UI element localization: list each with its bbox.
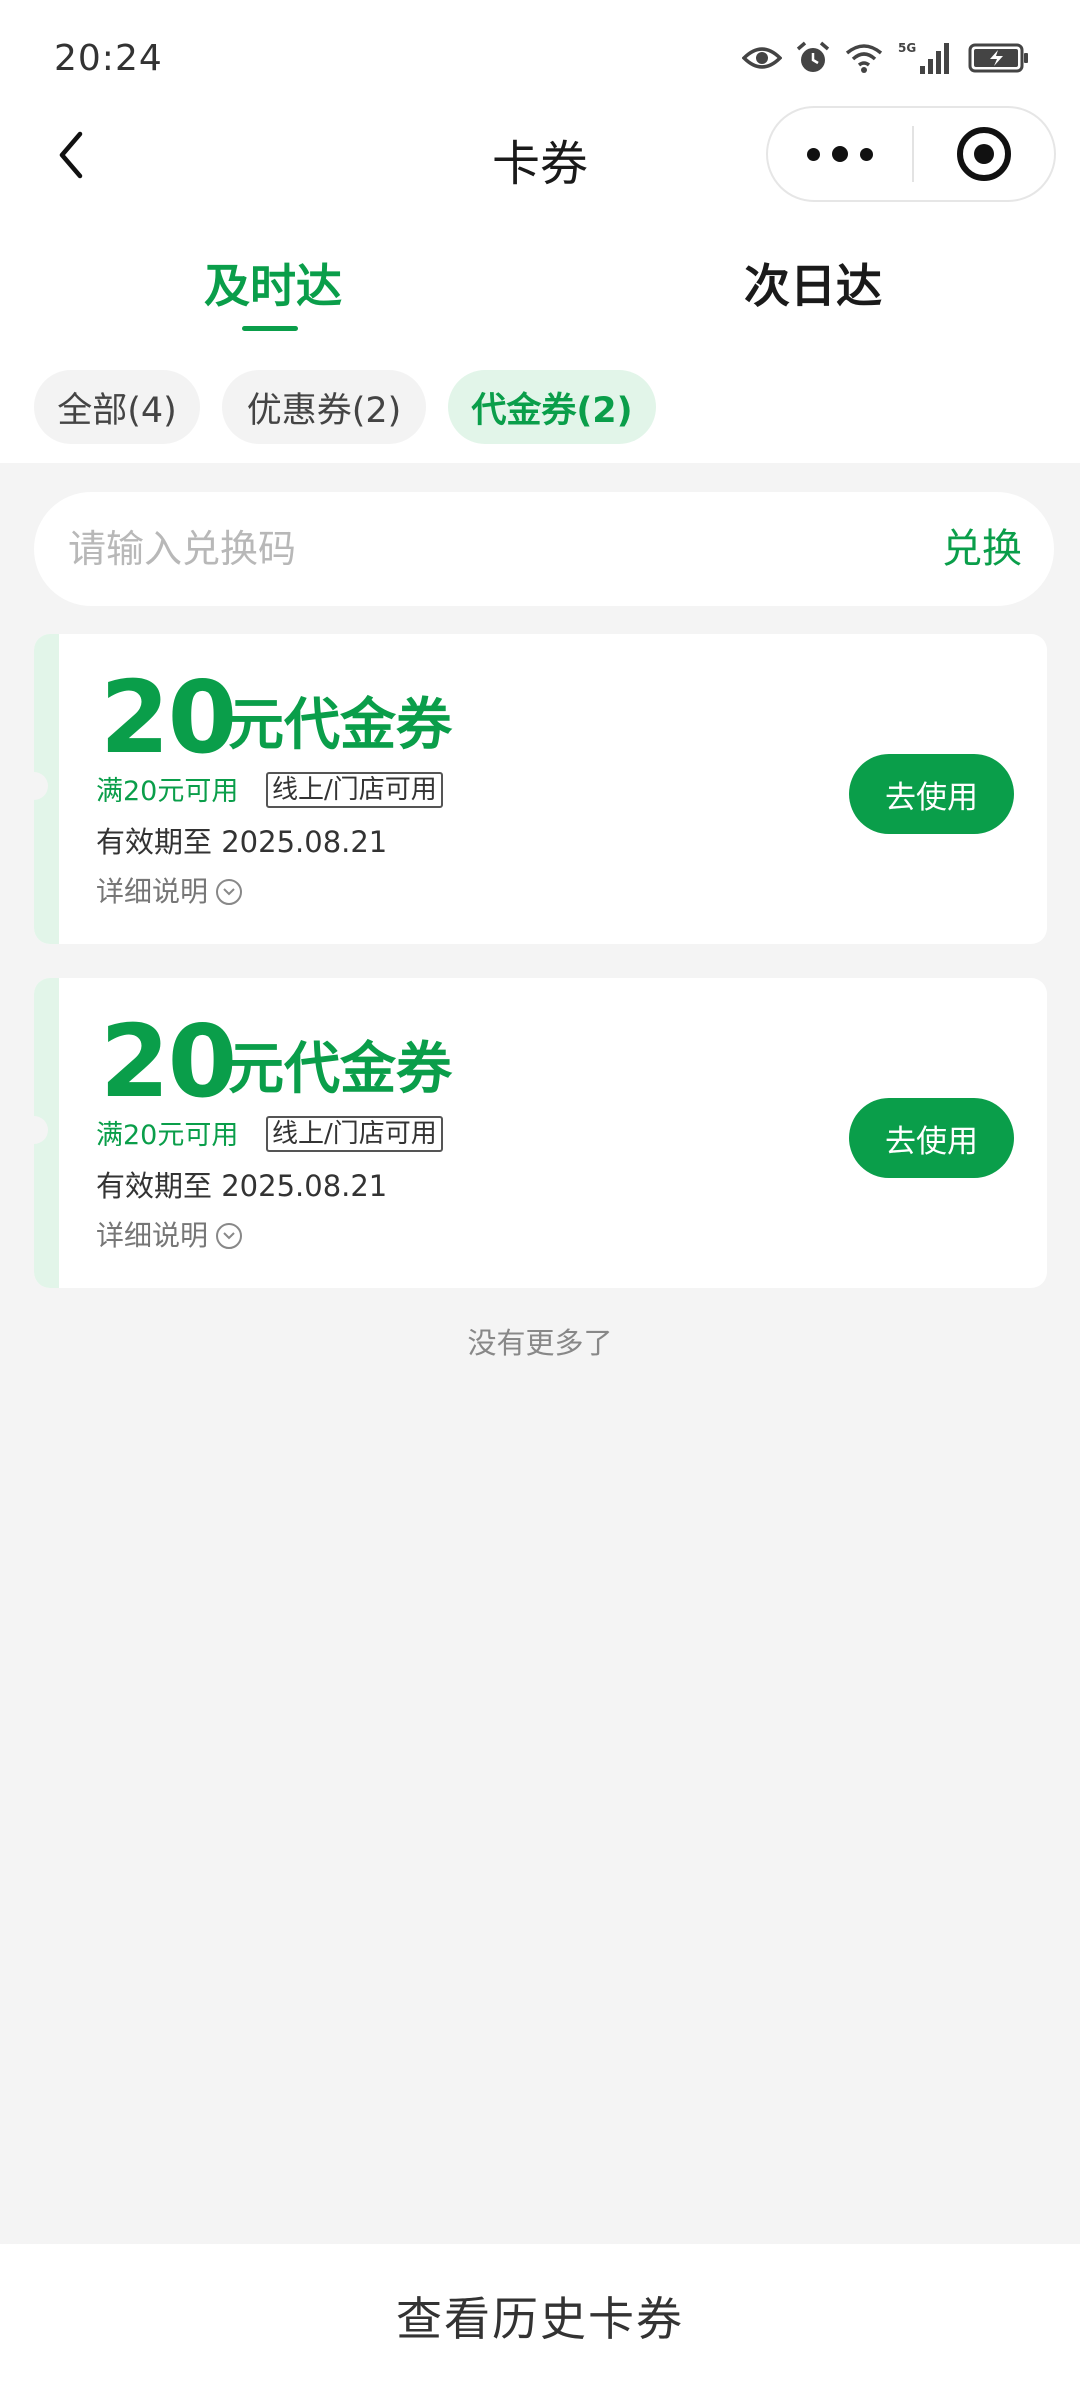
status-icons: 5G <box>742 36 1030 80</box>
bottom-bar: 查看历史卡券 <box>0 2244 1080 2388</box>
coupon-detail-label: 详细说明 <box>96 1219 209 1252</box>
status-time: 20:24 <box>54 38 163 79</box>
chevron-down-icon <box>216 879 243 905</box>
view-history-coupons-button[interactable]: 查看历史卡券 <box>396 2283 684 2349</box>
nav-bar: 卡券 <box>0 100 1080 210</box>
battery-charging-icon <box>968 43 1028 73</box>
coupon-detail-toggle[interactable]: 详细说明 <box>96 1218 243 1254</box>
coupon-detail-toggle[interactable]: 详细说明 <box>96 874 243 910</box>
more-button[interactable] <box>768 108 912 200</box>
use-coupon-button[interactable]: 去使用 <box>849 1098 1014 1178</box>
redeem-button[interactable]: 兑换 <box>942 492 1022 606</box>
coupon-card: 20 元代金券 满20元可用 线上/门店可用 有效期至 2025.08.21 详… <box>34 634 1047 944</box>
coupon-channel-tag: 线上/门店可用 <box>266 1116 443 1152</box>
alarm-icon <box>796 41 830 72</box>
redeem-code-input[interactable] <box>68 492 868 606</box>
signal-5g-icon: 5G <box>898 41 949 74</box>
network-label: 5G <box>898 41 916 55</box>
redeem-bar: 兑换 <box>34 492 1054 606</box>
eye-icon <box>742 47 782 69</box>
coupon-amount: 20 <box>100 1003 237 1120</box>
tab-instant-delivery[interactable]: 及时达 <box>204 250 342 316</box>
miniprogram-capsule <box>766 106 1056 202</box>
coupon-amount: 20 <box>100 659 237 776</box>
coupon-channel-tag: 线上/门店可用 <box>266 772 443 808</box>
tab-next-day-delivery[interactable]: 次日达 <box>744 250 882 316</box>
status-bar: 20:24 5G <box>0 0 1080 100</box>
chip-all[interactable]: 全部(4) <box>34 370 200 444</box>
coupon-detail-label: 详细说明 <box>96 875 209 908</box>
tab-active-indicator <box>242 326 298 331</box>
coupon-title: 元代金券 <box>228 1037 452 1102</box>
chevron-down-icon <box>216 1223 243 1249</box>
chip-discount-coupons[interactable]: 优惠券(2) <box>222 370 426 444</box>
list-end-text: 没有更多了 <box>467 1326 613 1360</box>
wifi-icon <box>845 44 883 73</box>
coupon-condition: 满20元可用 <box>96 1120 239 1151</box>
more-dots-icon <box>807 147 820 161</box>
coupon-card: 20 元代金券 满20元可用 线上/门店可用 有效期至 2025.08.21 详… <box>34 978 1047 1288</box>
use-coupon-button[interactable]: 去使用 <box>849 754 1014 834</box>
target-circle-icon <box>957 127 1011 181</box>
coupon-expiry: 有效期至 2025.08.21 <box>96 825 388 859</box>
coupon-title: 元代金券 <box>228 693 452 758</box>
coupon-expiry: 有效期至 2025.08.21 <box>96 1169 388 1203</box>
chip-cash-vouchers[interactable]: 代金券(2) <box>448 370 656 444</box>
close-miniprogram-button[interactable] <box>914 108 1054 200</box>
coupon-condition: 满20元可用 <box>96 776 239 807</box>
